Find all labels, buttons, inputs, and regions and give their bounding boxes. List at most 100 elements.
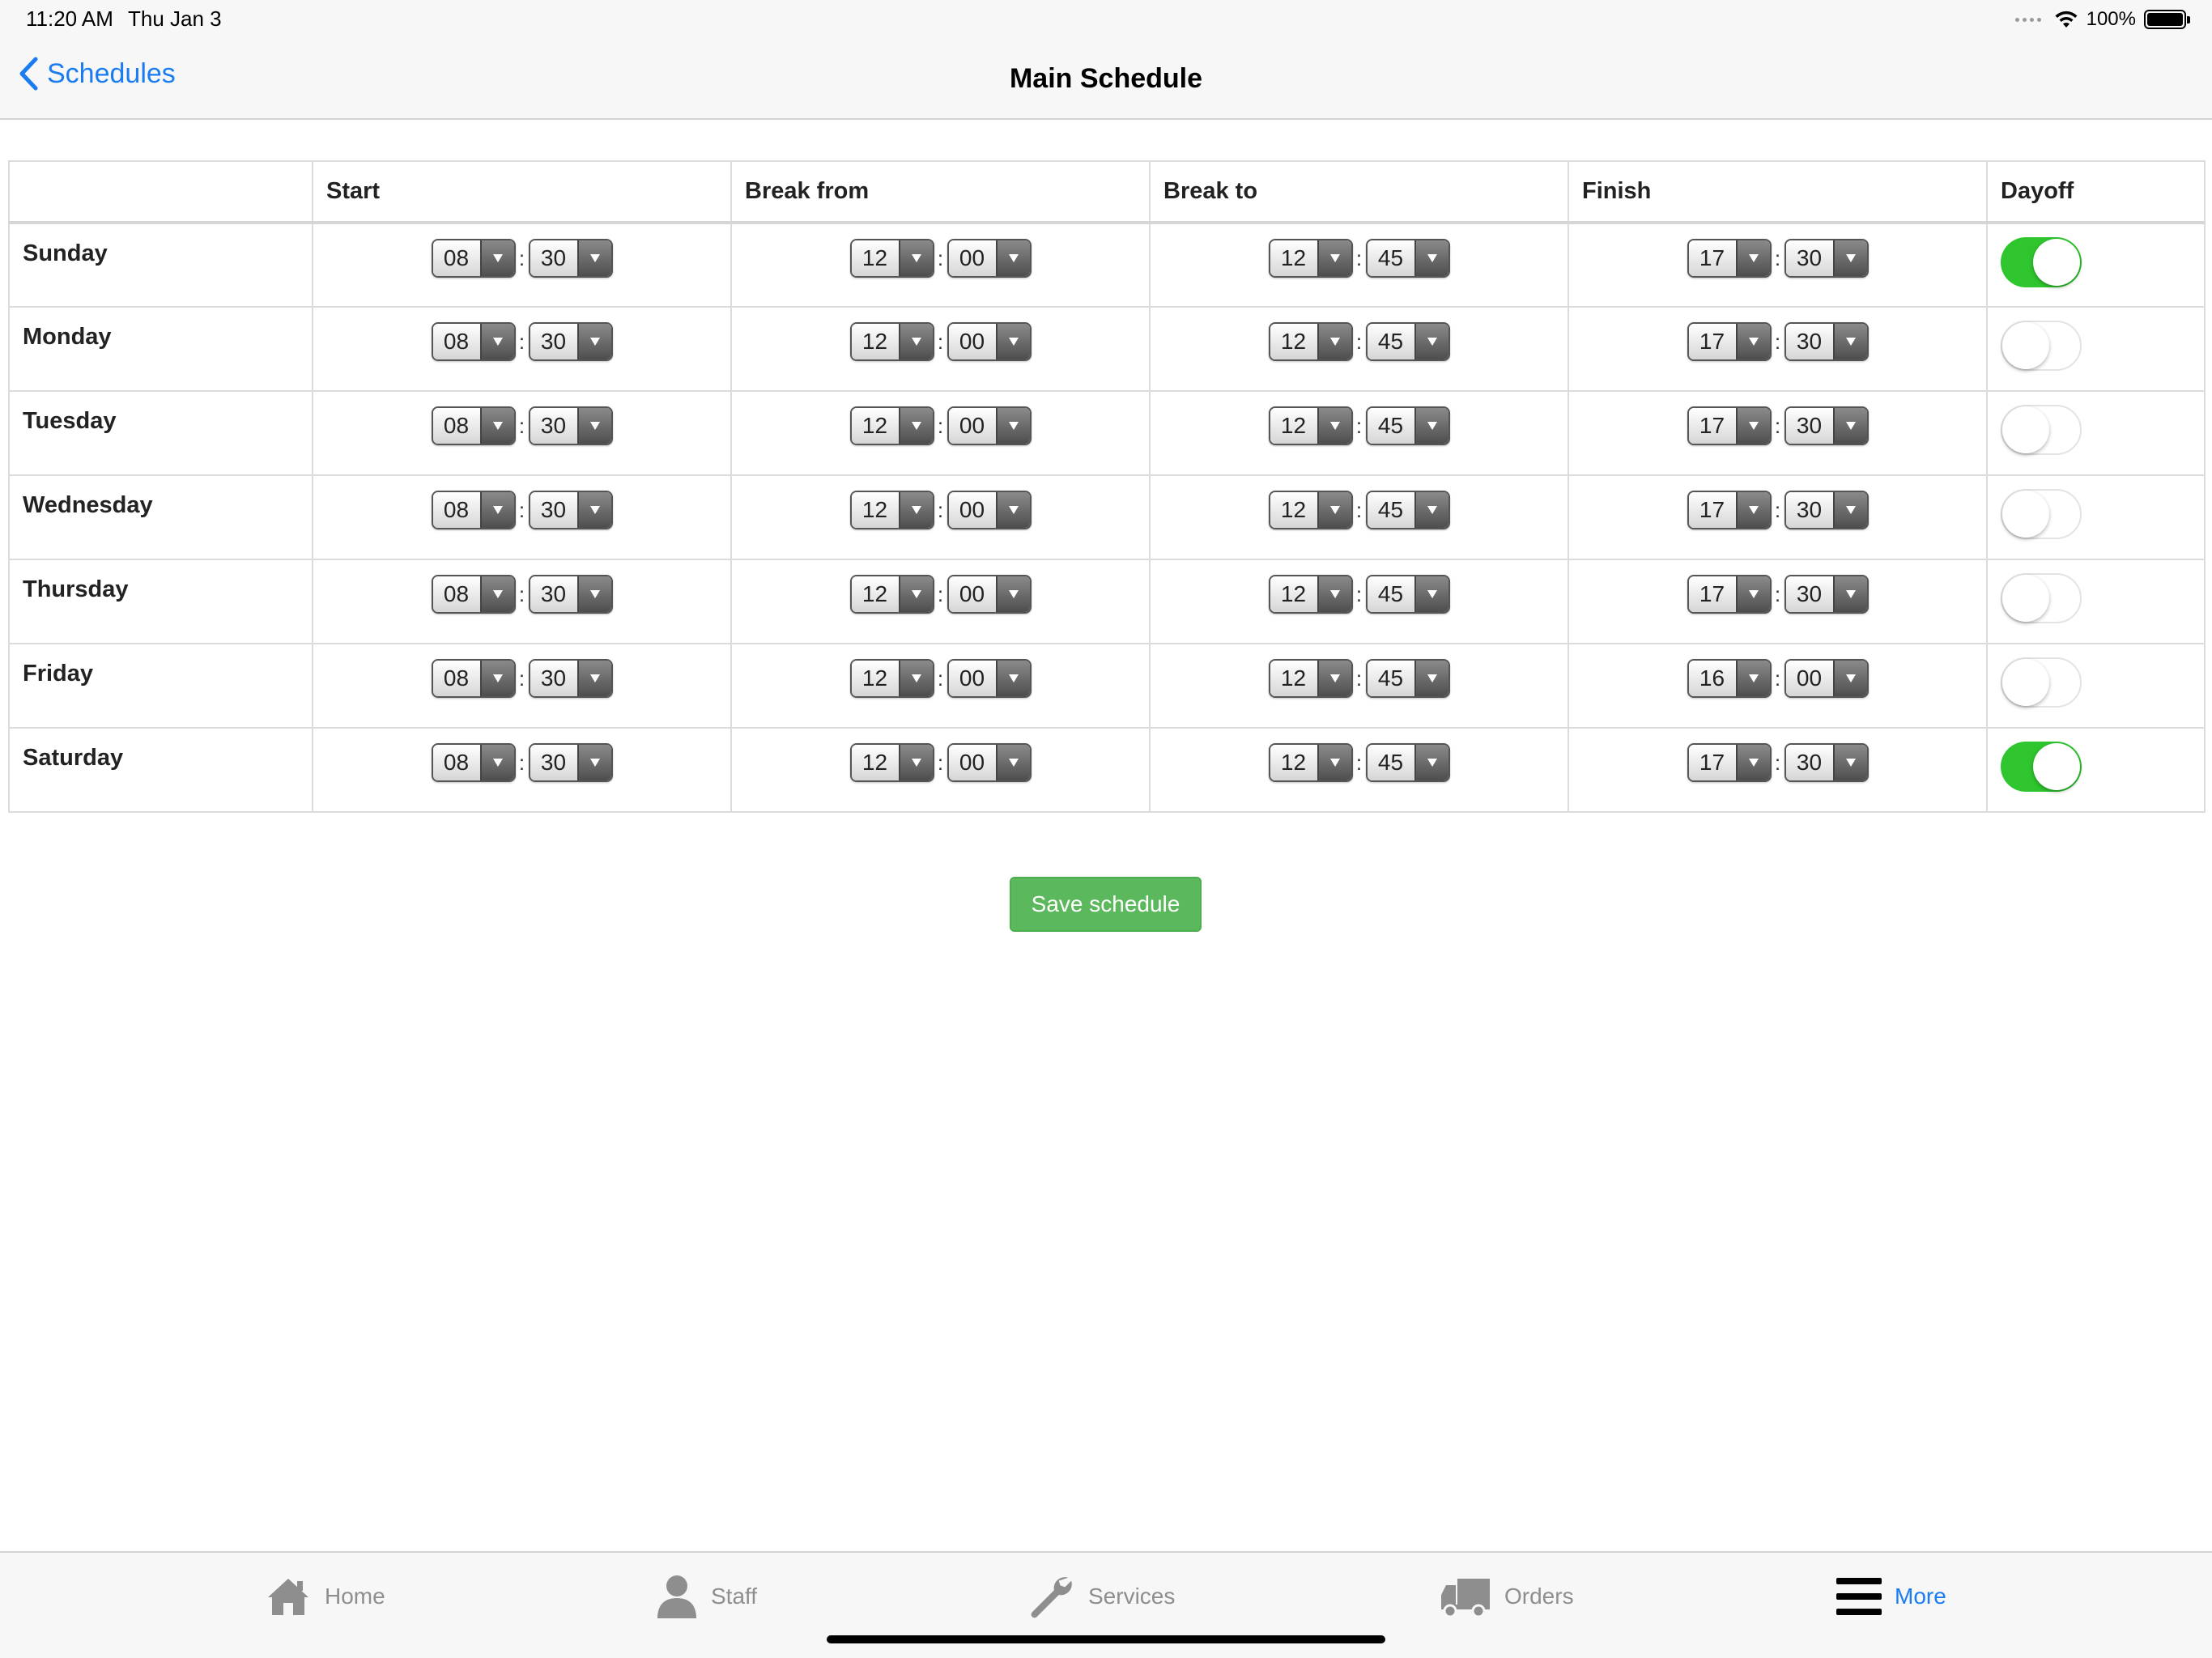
start-hour-select[interactable]: 08 <box>431 322 516 361</box>
start-minute-select[interactable]: 30 <box>528 239 613 278</box>
chevron-down-icon <box>911 506 921 514</box>
dropdown-arrow <box>479 324 514 359</box>
day-name: Saturday <box>8 727 313 813</box>
finish-hour-select[interactable]: 17 <box>1687 322 1772 361</box>
break-from-hour-select[interactable]: 12 <box>849 575 934 614</box>
break-from-minute-select[interactable]: 00 <box>946 743 1032 782</box>
finish-minute-select-value: 30 <box>1785 324 1833 359</box>
finish-minute-select[interactable]: 30 <box>1784 322 1869 361</box>
break-from-hour-select[interactable]: 12 <box>849 239 934 278</box>
break-from-cell: 12:00 <box>730 306 1151 392</box>
save-schedule-button[interactable]: Save schedule <box>1010 877 1202 932</box>
break-to-hour-select[interactable]: 12 <box>1268 322 1353 361</box>
break-from-hour-select[interactable]: 12 <box>849 491 934 529</box>
start-minute-select[interactable]: 30 <box>528 406 613 445</box>
finish-hour-select[interactable]: 16 <box>1687 659 1772 698</box>
table-header-row: Start Break from Break to Finish Dayoff <box>8 160 2206 224</box>
break-from-minute-select[interactable]: 00 <box>946 239 1032 278</box>
header-finish: Finish <box>1568 160 1988 224</box>
dropdown-arrow <box>576 240 611 276</box>
header-dayoff: Dayoff <box>1986 160 2206 224</box>
break-from-hour-select[interactable]: 12 <box>849 322 934 361</box>
break-to-minute-select[interactable]: 45 <box>1365 743 1450 782</box>
break-from-minute-select-value: 00 <box>948 324 996 359</box>
break-from-hour-select[interactable]: 12 <box>849 406 934 445</box>
start-hour-select[interactable]: 08 <box>431 743 516 782</box>
break-from-hour-select[interactable]: 12 <box>849 743 934 782</box>
dayoff-toggle[interactable] <box>2001 237 2082 287</box>
dayoff-cell <box>1986 474 2206 560</box>
start-hour-select[interactable]: 08 <box>431 575 516 614</box>
start-minute-select[interactable]: 30 <box>528 743 613 782</box>
dayoff-toggle[interactable] <box>2001 657 2082 708</box>
break-from-minute-select[interactable]: 00 <box>946 659 1032 698</box>
break-to-hour-select[interactable]: 12 <box>1268 406 1353 445</box>
finish-minute-select-value: 30 <box>1785 240 1833 276</box>
break-to-hour-select[interactable]: 12 <box>1268 659 1353 698</box>
start-minute-select[interactable]: 30 <box>528 575 613 614</box>
tab-more[interactable]: More <box>1836 1572 1946 1621</box>
start-hour-select[interactable]: 08 <box>431 659 516 698</box>
finish-minute-select[interactable]: 30 <box>1784 406 1869 445</box>
break-to-hour-select[interactable]: 12 <box>1268 743 1353 782</box>
break-to-minute-select[interactable]: 45 <box>1365 239 1450 278</box>
dropdown-arrow <box>1735 492 1770 528</box>
break-to-hour-select[interactable]: 12 <box>1268 491 1353 529</box>
break-to-minute-select[interactable]: 45 <box>1365 491 1450 529</box>
table-row: Saturday 08:30 12:00 12:45 17:30 <box>8 727 2206 813</box>
break-to-minute-select[interactable]: 45 <box>1365 322 1450 361</box>
start-hour-select[interactable]: 08 <box>431 239 516 278</box>
break-from-minute-select[interactable]: 00 <box>946 491 1032 529</box>
time-separator: : <box>1774 750 1781 775</box>
break-to-minute-select[interactable]: 45 <box>1365 659 1450 698</box>
finish-minute-select[interactable]: 30 <box>1784 239 1869 278</box>
break-from-minute-select-value: 00 <box>948 240 996 276</box>
break-to-hour-select[interactable]: 12 <box>1268 239 1353 278</box>
tab-staff[interactable]: Staff <box>656 1572 757 1621</box>
tab-services[interactable]: Services <box>1027 1572 1175 1621</box>
break-to-hour-select[interactable]: 12 <box>1268 575 1353 614</box>
start-hour-select[interactable]: 08 <box>431 491 516 529</box>
dayoff-toggle[interactable] <box>2001 489 2082 539</box>
finish-hour-select[interactable]: 17 <box>1687 406 1772 445</box>
dropdown-arrow <box>1414 240 1448 276</box>
dayoff-toggle[interactable] <box>2001 573 2082 623</box>
start-minute-select[interactable]: 30 <box>528 659 613 698</box>
status-date: Thu Jan 3 <box>128 6 222 31</box>
break-to-time-picker: 12:45 <box>1268 406 1450 445</box>
time-separator: : <box>1774 497 1781 522</box>
chevron-down-icon <box>1427 674 1437 682</box>
finish-hour-select[interactable]: 17 <box>1687 575 1772 614</box>
day-name: Sunday <box>8 222 313 308</box>
break-from-hour-select[interactable]: 12 <box>849 659 934 698</box>
dayoff-toggle[interactable] <box>2001 742 2082 792</box>
dropdown-arrow <box>1735 661 1770 696</box>
dayoff-toggle[interactable] <box>2001 405 2082 455</box>
break-to-minute-select[interactable]: 45 <box>1365 406 1450 445</box>
finish-cell: 16:00 <box>1568 643 1988 729</box>
finish-hour-select[interactable]: 17 <box>1687 239 1772 278</box>
break-from-minute-select[interactable]: 00 <box>946 575 1032 614</box>
start-hour-select[interactable]: 08 <box>431 406 516 445</box>
chevron-down-icon <box>589 674 600 682</box>
dropdown-arrow <box>479 240 514 276</box>
tab-orders[interactable]: Orders <box>1440 1572 1574 1621</box>
tab-home[interactable]: Home <box>265 1572 385 1621</box>
break-from-minute-select[interactable]: 00 <box>946 406 1032 445</box>
break-from-minute-select[interactable]: 00 <box>946 322 1032 361</box>
chevron-down-icon <box>1008 422 1019 430</box>
finish-hour-select[interactable]: 17 <box>1687 491 1772 529</box>
break-to-time-picker: 12:45 <box>1268 743 1450 782</box>
finish-minute-select[interactable]: 30 <box>1784 743 1869 782</box>
finish-minute-select[interactable]: 30 <box>1784 575 1869 614</box>
day-name: Friday <box>8 643 313 729</box>
break-to-minute-select[interactable]: 45 <box>1365 575 1450 614</box>
time-separator: : <box>518 581 525 606</box>
finish-minute-select[interactable]: 30 <box>1784 491 1869 529</box>
finish-hour-select[interactable]: 17 <box>1687 743 1772 782</box>
dayoff-toggle[interactable] <box>2001 321 2082 371</box>
finish-minute-select[interactable]: 00 <box>1784 659 1869 698</box>
start-minute-select[interactable]: 30 <box>528 491 613 529</box>
start-minute-select[interactable]: 30 <box>528 322 613 361</box>
chevron-down-icon <box>492 674 503 682</box>
